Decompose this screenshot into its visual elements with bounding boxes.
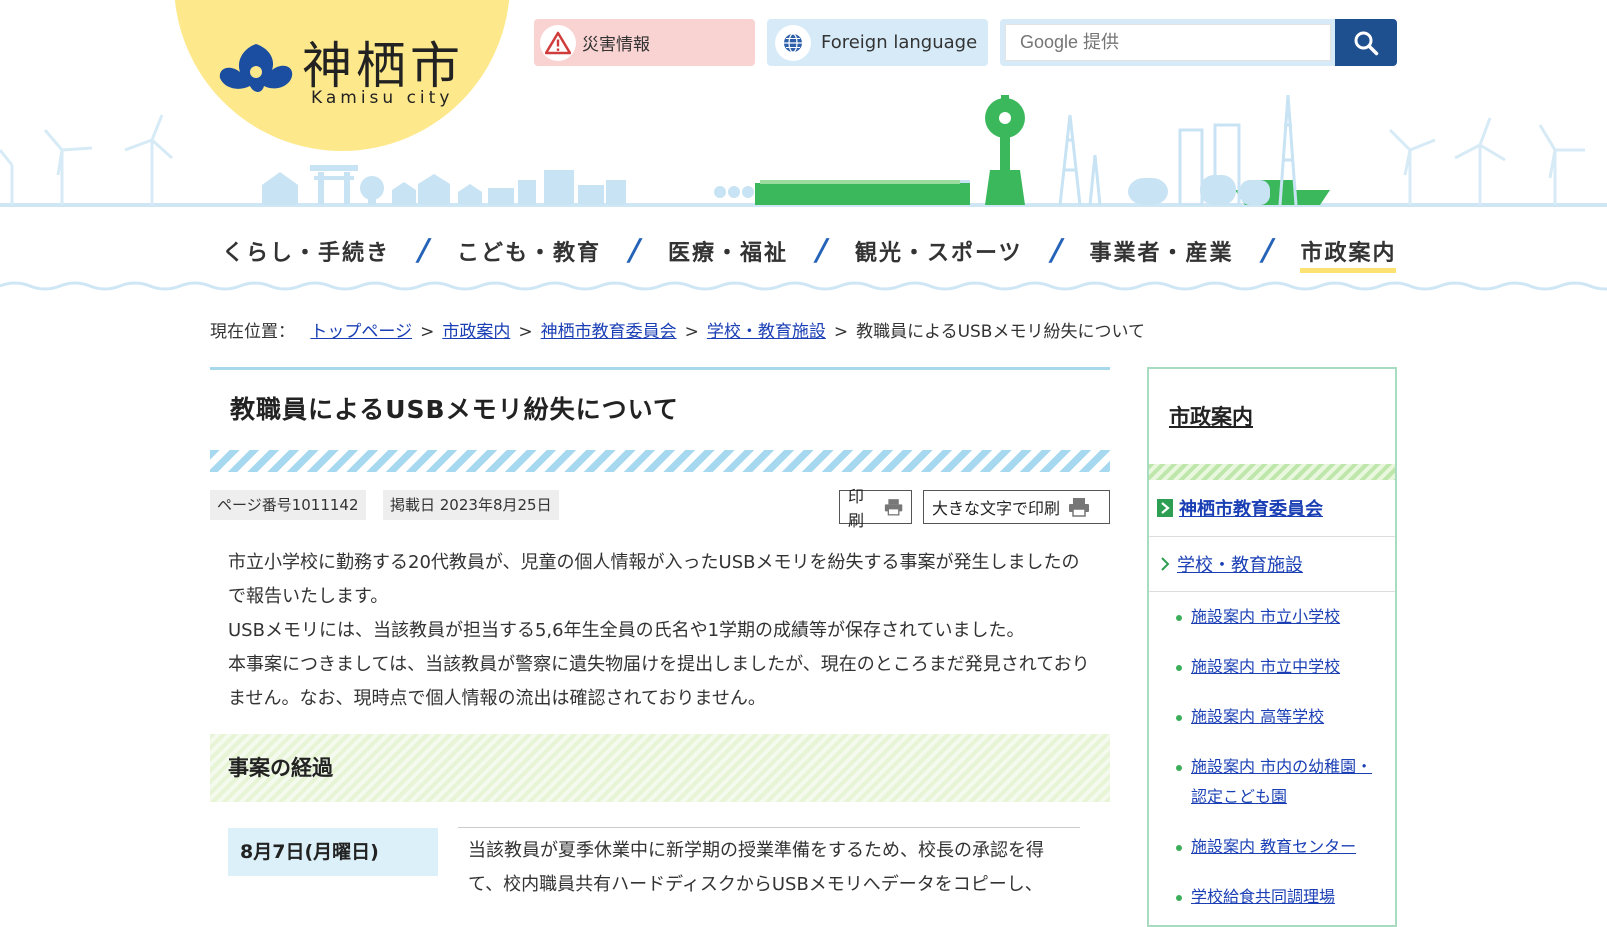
site-header: 神栖市 Kamisu city 災害情報 Foreign language bbox=[0, 0, 1607, 205]
chevron-right-icon bbox=[1161, 557, 1170, 571]
timeline-date: 8月7日(月曜日) bbox=[228, 828, 438, 876]
globe-icon bbox=[775, 24, 811, 61]
sidebar-link[interactable]: 施設案内 市立中学校 bbox=[1191, 657, 1340, 676]
nav-separator: / bbox=[1046, 233, 1066, 268]
nav-separator: / bbox=[812, 233, 831, 268]
nav-separator: / bbox=[414, 233, 433, 268]
list-item: 学校給食共同調理場 bbox=[1149, 882, 1395, 912]
search-icon bbox=[1354, 31, 1379, 55]
breadcrumb-current: 教職員によるUSBメモリ紛失について bbox=[856, 322, 1145, 342]
breadcrumb-link-top[interactable]: トップページ bbox=[310, 322, 412, 342]
sidebar-link[interactable]: 施設案内 高等学校 bbox=[1191, 707, 1324, 726]
breadcrumb-link-schools[interactable]: 学校・教育施設 bbox=[707, 322, 826, 342]
nav-item-children[interactable]: こども・教育 bbox=[457, 235, 601, 267]
sidebar-subsection: 学校・教育施設 bbox=[1149, 537, 1395, 592]
article-body: 市立小学校に勤務する20代教員が、児童の個人情報が入ったUSBメモリを紛失する事… bbox=[210, 546, 1110, 716]
foreign-language-button[interactable]: Foreign language bbox=[767, 19, 988, 66]
breadcrumb-prefix: 現在位置： bbox=[210, 322, 295, 342]
main-content: 教職員によるUSBメモリ紛失について ページ番号1011142 掲載日 2023… bbox=[210, 367, 1110, 908]
sidebar-link[interactable]: 施設案内 市内の幼稚園・認定こども園 bbox=[1191, 757, 1372, 806]
city-emblem-icon[interactable] bbox=[216, 38, 296, 96]
list-item: 施設案内 市内の幼稚園・認定こども園 bbox=[1149, 752, 1395, 812]
foreign-language-label: Foreign language bbox=[821, 32, 978, 53]
nav-item-tourism[interactable]: 観光・スポーツ bbox=[855, 235, 1023, 267]
posted-date: 掲載日 2023年8月25日 bbox=[383, 490, 559, 520]
breadcrumb: 現在位置： トップページ > 市政案内 > 神栖市教育委員会 > 学校・教育施設 > 教職員によ… bbox=[210, 322, 1145, 342]
sidebar-link-board-of-education[interactable]: 神栖市教育委員会 bbox=[1179, 495, 1323, 521]
sidebar-link[interactable]: 学校給食共同調理場 bbox=[1191, 887, 1335, 906]
section-heading: 事案の経過 bbox=[210, 734, 1110, 802]
print-button[interactable]: 印刷 bbox=[839, 487, 912, 530]
breadcrumb-link-city-info[interactable]: 市政案内 bbox=[442, 322, 510, 342]
nav-separator: / bbox=[1257, 233, 1277, 268]
print-label: 印刷 bbox=[848, 487, 865, 530]
sidebar-heading-link[interactable]: 市政案内 bbox=[1169, 405, 1253, 429]
timeline-text: 当該教員が夏季休業中に新学期の授業準備をするため、校長の承認を得て、校内職員共有… bbox=[458, 827, 1080, 908]
article-paragraph: 市立小学校に勤務する20代教員が、児童の個人情報が入ったUSBメモリを紛失する事… bbox=[228, 552, 1080, 607]
nav-item-city-info[interactable]: 市政案内 bbox=[1300, 235, 1397, 273]
sidebar-link[interactable]: 施設案内 市立小学校 bbox=[1191, 607, 1340, 626]
print-large-button[interactable]: 大きな文字で印刷 bbox=[923, 490, 1110, 524]
search-button[interactable] bbox=[1335, 19, 1397, 66]
global-nav: くらし・手続き / こども・教育 / 医療・福祉 / 観光・スポーツ / 事業者… bbox=[0, 205, 1607, 295]
disaster-info-label: 災害情報 bbox=[582, 35, 650, 55]
sidebar-link-list: 施設案内 市立小学校 施設案内 市立中学校 施設案内 高等学校 施設案内 市内の… bbox=[1149, 592, 1395, 912]
list-item: 施設案内 市立小学校 bbox=[1149, 602, 1395, 632]
warning-icon bbox=[540, 24, 576, 61]
nav-item-living[interactable]: くらし・手続き bbox=[222, 235, 390, 267]
sidebar-link[interactable]: 施設案内 教育センター bbox=[1191, 837, 1356, 856]
chevron-right-icon bbox=[1157, 499, 1173, 517]
nav-item-medical[interactable]: 医療・福祉 bbox=[668, 235, 788, 267]
print-large-label: 大きな文字で印刷 bbox=[932, 499, 1061, 518]
title-stripe bbox=[210, 450, 1110, 472]
breadcrumb-link-board-of-education[interactable]: 神栖市教育委員会 bbox=[541, 322, 677, 342]
sidebar-heading: 市政案内 bbox=[1149, 369, 1395, 464]
title-box: 教職員によるUSBメモリ紛失について bbox=[210, 367, 1110, 450]
search-input[interactable] bbox=[1005, 24, 1331, 61]
disaster-info-button[interactable]: 災害情報 bbox=[534, 19, 755, 66]
page-number: ページ番号1011142 bbox=[210, 490, 366, 520]
list-item: 施設案内 市立中学校 bbox=[1149, 652, 1395, 682]
sidebar-current-section: 神栖市教育委員会 bbox=[1149, 480, 1395, 537]
nav-item-business[interactable]: 事業者・産業 bbox=[1089, 235, 1233, 267]
list-item: 施設案内 高等学校 bbox=[1149, 702, 1395, 732]
meta-row: ページ番号1011142 掲載日 2023年8月25日 印刷 大きな文字で印刷 bbox=[210, 487, 1110, 550]
article-paragraph: USBメモリには、当該教員が担当する5,6年生全員の氏名や1学期の成績等が保存さ… bbox=[228, 620, 1025, 641]
sidebar: 市政案内 神栖市教育委員会 学校・教育施設 施設案内 市立小学校 施設案内 市立… bbox=[1147, 367, 1397, 927]
printer-icon bbox=[884, 499, 903, 516]
sidebar-stripe bbox=[1149, 464, 1395, 480]
nav-divider bbox=[0, 205, 1607, 207]
article-paragraph: 本事案につきましては、当該教員が警察に遺失物届けを提出しましたが、現在のところま… bbox=[228, 654, 1090, 709]
timeline: 8月7日(月曜日) 当該教員が夏季休業中に新学期の授業準備をするため、校長の承認… bbox=[210, 827, 1110, 908]
site-search bbox=[1000, 19, 1336, 66]
page-title: 教職員によるUSBメモリ紛失について bbox=[230, 395, 679, 424]
printer-icon bbox=[1069, 498, 1090, 517]
logo-roman-name[interactable]: Kamisu city bbox=[311, 88, 453, 108]
wave-divider bbox=[0, 281, 1607, 291]
list-item: 施設案内 教育センター bbox=[1149, 832, 1395, 862]
nav-separator: / bbox=[625, 233, 644, 268]
sidebar-link-schools[interactable]: 学校・教育施設 bbox=[1177, 551, 1303, 577]
